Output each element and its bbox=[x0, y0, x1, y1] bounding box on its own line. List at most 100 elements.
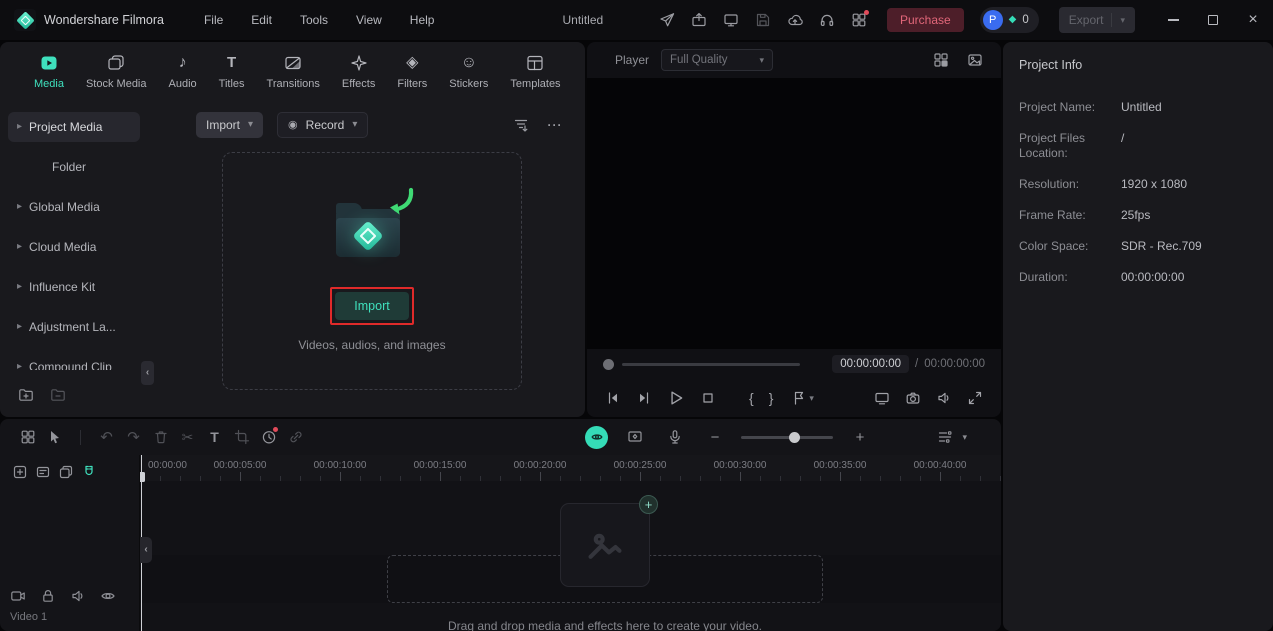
zoom-slider[interactable] bbox=[741, 431, 834, 443]
undo-icon[interactable]: ↶ bbox=[93, 424, 120, 450]
sidebar-item-cloud-media[interactable]: ▸ Cloud Media bbox=[8, 232, 140, 262]
support-headset-icon[interactable] bbox=[813, 7, 841, 33]
tab-stickers[interactable]: ☺ Stickers bbox=[441, 49, 496, 94]
manage-tracks[interactable]: ▾ bbox=[931, 424, 967, 450]
chevron-right-icon[interactable]: ▸ bbox=[17, 242, 22, 252]
timeline-ruler[interactable]: 00:00:00 00:00:05:00 00:00:10:00 00:00:1… bbox=[140, 455, 1001, 481]
marker-flag-icon[interactable] bbox=[791, 390, 807, 406]
sidebar-item-influence-kit[interactable]: ▸ Influence Kit bbox=[8, 272, 140, 302]
sidebar-item-compound-clip[interactable]: ▸ Compound Clip bbox=[8, 352, 140, 370]
seek-track[interactable] bbox=[622, 362, 800, 366]
menu-view[interactable]: View bbox=[346, 9, 392, 31]
add-marker-icon[interactable] bbox=[35, 464, 51, 480]
overlay-layers-icon[interactable] bbox=[58, 464, 74, 480]
tab-titles[interactable]: T Titles bbox=[211, 49, 253, 94]
apps-grid-icon[interactable] bbox=[845, 7, 873, 33]
chevron-right-icon[interactable]: ▸ bbox=[17, 322, 22, 332]
close-button[interactable]: × bbox=[1233, 0, 1273, 40]
menu-file[interactable]: File bbox=[194, 9, 233, 31]
select-cursor-icon[interactable] bbox=[41, 424, 68, 450]
chevron-down-icon[interactable]: ▾ bbox=[962, 432, 967, 442]
text-tool-icon[interactable]: T bbox=[201, 424, 228, 450]
lock-icon[interactable] bbox=[40, 588, 56, 604]
zoom-slider-handle[interactable] bbox=[789, 431, 801, 443]
minimize-button[interactable] bbox=[1153, 0, 1193, 40]
tab-templates[interactable]: Templates bbox=[502, 49, 568, 94]
chevron-right-icon[interactable]: ▸ bbox=[17, 202, 22, 212]
tab-audio[interactable]: ♪ Audio bbox=[161, 49, 205, 94]
tab-filters[interactable]: ◈ Filters bbox=[389, 49, 435, 94]
tab-transitions[interactable]: Transitions bbox=[259, 49, 328, 94]
record-dropdown[interactable]: ◉ Record ▾ bbox=[277, 112, 369, 138]
menu-help[interactable]: Help bbox=[400, 9, 445, 31]
speed-icon[interactable] bbox=[255, 424, 282, 450]
media-view-icon[interactable] bbox=[14, 424, 41, 450]
redo-icon[interactable]: ↷ bbox=[120, 424, 147, 450]
snapshot-camera-icon[interactable] bbox=[905, 390, 921, 406]
menu-edit[interactable]: Edit bbox=[241, 9, 282, 31]
tab-effects[interactable]: Effects bbox=[334, 49, 383, 94]
zoom-out-icon[interactable]: − bbox=[701, 424, 728, 450]
avatar[interactable]: P bbox=[982, 10, 1003, 30]
chevron-down-icon[interactable]: ▾ bbox=[809, 393, 814, 403]
second-screen-icon[interactable] bbox=[874, 390, 890, 406]
import-dropdown[interactable]: Import ▾ bbox=[196, 112, 264, 138]
export-clip-icon[interactable] bbox=[685, 7, 713, 33]
maximize-button[interactable] bbox=[1193, 0, 1233, 40]
chevron-right-icon[interactable]: ▸ bbox=[17, 122, 22, 132]
split-scissors-icon[interactable]: ✂ bbox=[174, 424, 201, 450]
tab-media[interactable]: Media bbox=[26, 49, 72, 94]
previous-frame-icon[interactable] bbox=[605, 390, 621, 406]
import-button[interactable]: Import bbox=[335, 291, 409, 320]
quality-dropdown[interactable]: Full Quality ▾ bbox=[661, 49, 774, 71]
delete-icon[interactable] bbox=[147, 424, 174, 450]
mark-out-icon[interactable]: } bbox=[769, 391, 774, 405]
multi-view-icon[interactable] bbox=[927, 47, 955, 73]
render-preview-icon[interactable] bbox=[621, 424, 648, 450]
voiceover-mic-icon[interactable] bbox=[661, 424, 688, 450]
display-icon[interactable] bbox=[717, 7, 745, 33]
volume-icon[interactable] bbox=[936, 390, 952, 406]
preview-quality-icon[interactable] bbox=[585, 425, 609, 449]
media-placeholder[interactable]: + bbox=[560, 495, 658, 587]
sidebar-item-project-media[interactable]: ▸ Project Media bbox=[8, 112, 140, 142]
more-options-icon[interactable]: ··· bbox=[541, 112, 569, 138]
account-pill[interactable]: P ◆ 0 bbox=[979, 7, 1039, 33]
fullscreen-icon[interactable] bbox=[967, 390, 983, 406]
add-media-plus-icon[interactable]: + bbox=[639, 495, 658, 514]
zoom-in-icon[interactable]: + bbox=[846, 424, 873, 450]
mute-track-icon[interactable] bbox=[70, 588, 86, 604]
purchase-button[interactable]: Purchase bbox=[886, 8, 964, 32]
menu-tools[interactable]: Tools bbox=[290, 9, 338, 31]
chevron-down-icon: ▾ bbox=[248, 119, 254, 130]
next-frame-icon[interactable] bbox=[636, 390, 652, 406]
preview-image-icon[interactable] bbox=[961, 47, 989, 73]
delete-folder-icon[interactable] bbox=[50, 387, 66, 403]
mark-in-icon[interactable]: { bbox=[749, 391, 754, 405]
chevron-right-icon[interactable]: ▸ bbox=[17, 362, 22, 371]
manage-tracks-icon[interactable] bbox=[931, 424, 958, 450]
export-button[interactable]: Export ▾ bbox=[1058, 7, 1135, 33]
seek-handle[interactable] bbox=[603, 358, 614, 370]
chevron-right-icon[interactable]: ▸ bbox=[17, 282, 22, 292]
sidebar-item-global-media[interactable]: ▸ Global Media bbox=[8, 192, 140, 222]
timeline-collapse-handle[interactable]: ‹ bbox=[140, 537, 152, 563]
sidebar-item-folder[interactable]: Folder bbox=[8, 152, 140, 182]
filter-sort-icon[interactable] bbox=[507, 112, 535, 138]
save-icon[interactable] bbox=[749, 7, 777, 33]
link-icon[interactable] bbox=[282, 424, 309, 450]
crop-icon[interactable] bbox=[228, 424, 255, 450]
stop-icon[interactable] bbox=[700, 390, 716, 406]
hide-track-eye-icon[interactable] bbox=[100, 588, 116, 604]
import-dropzone[interactable]: Import Videos, audios, and images bbox=[222, 152, 522, 390]
new-folder-icon[interactable] bbox=[18, 387, 34, 403]
snap-magnet-icon[interactable] bbox=[81, 464, 97, 480]
cloud-upload-icon[interactable] bbox=[781, 7, 809, 33]
share-icon[interactable] bbox=[653, 7, 681, 33]
tab-stock-media[interactable]: Stock Media bbox=[78, 49, 155, 94]
sidebar-item-adjustment-layer[interactable]: ▸ Adjustment La... bbox=[8, 312, 140, 342]
track-camera-icon[interactable] bbox=[10, 588, 26, 604]
export-caret-icon[interactable]: ▾ bbox=[1120, 15, 1125, 25]
add-media-icon[interactable] bbox=[12, 464, 28, 480]
play-icon[interactable] bbox=[667, 389, 685, 407]
